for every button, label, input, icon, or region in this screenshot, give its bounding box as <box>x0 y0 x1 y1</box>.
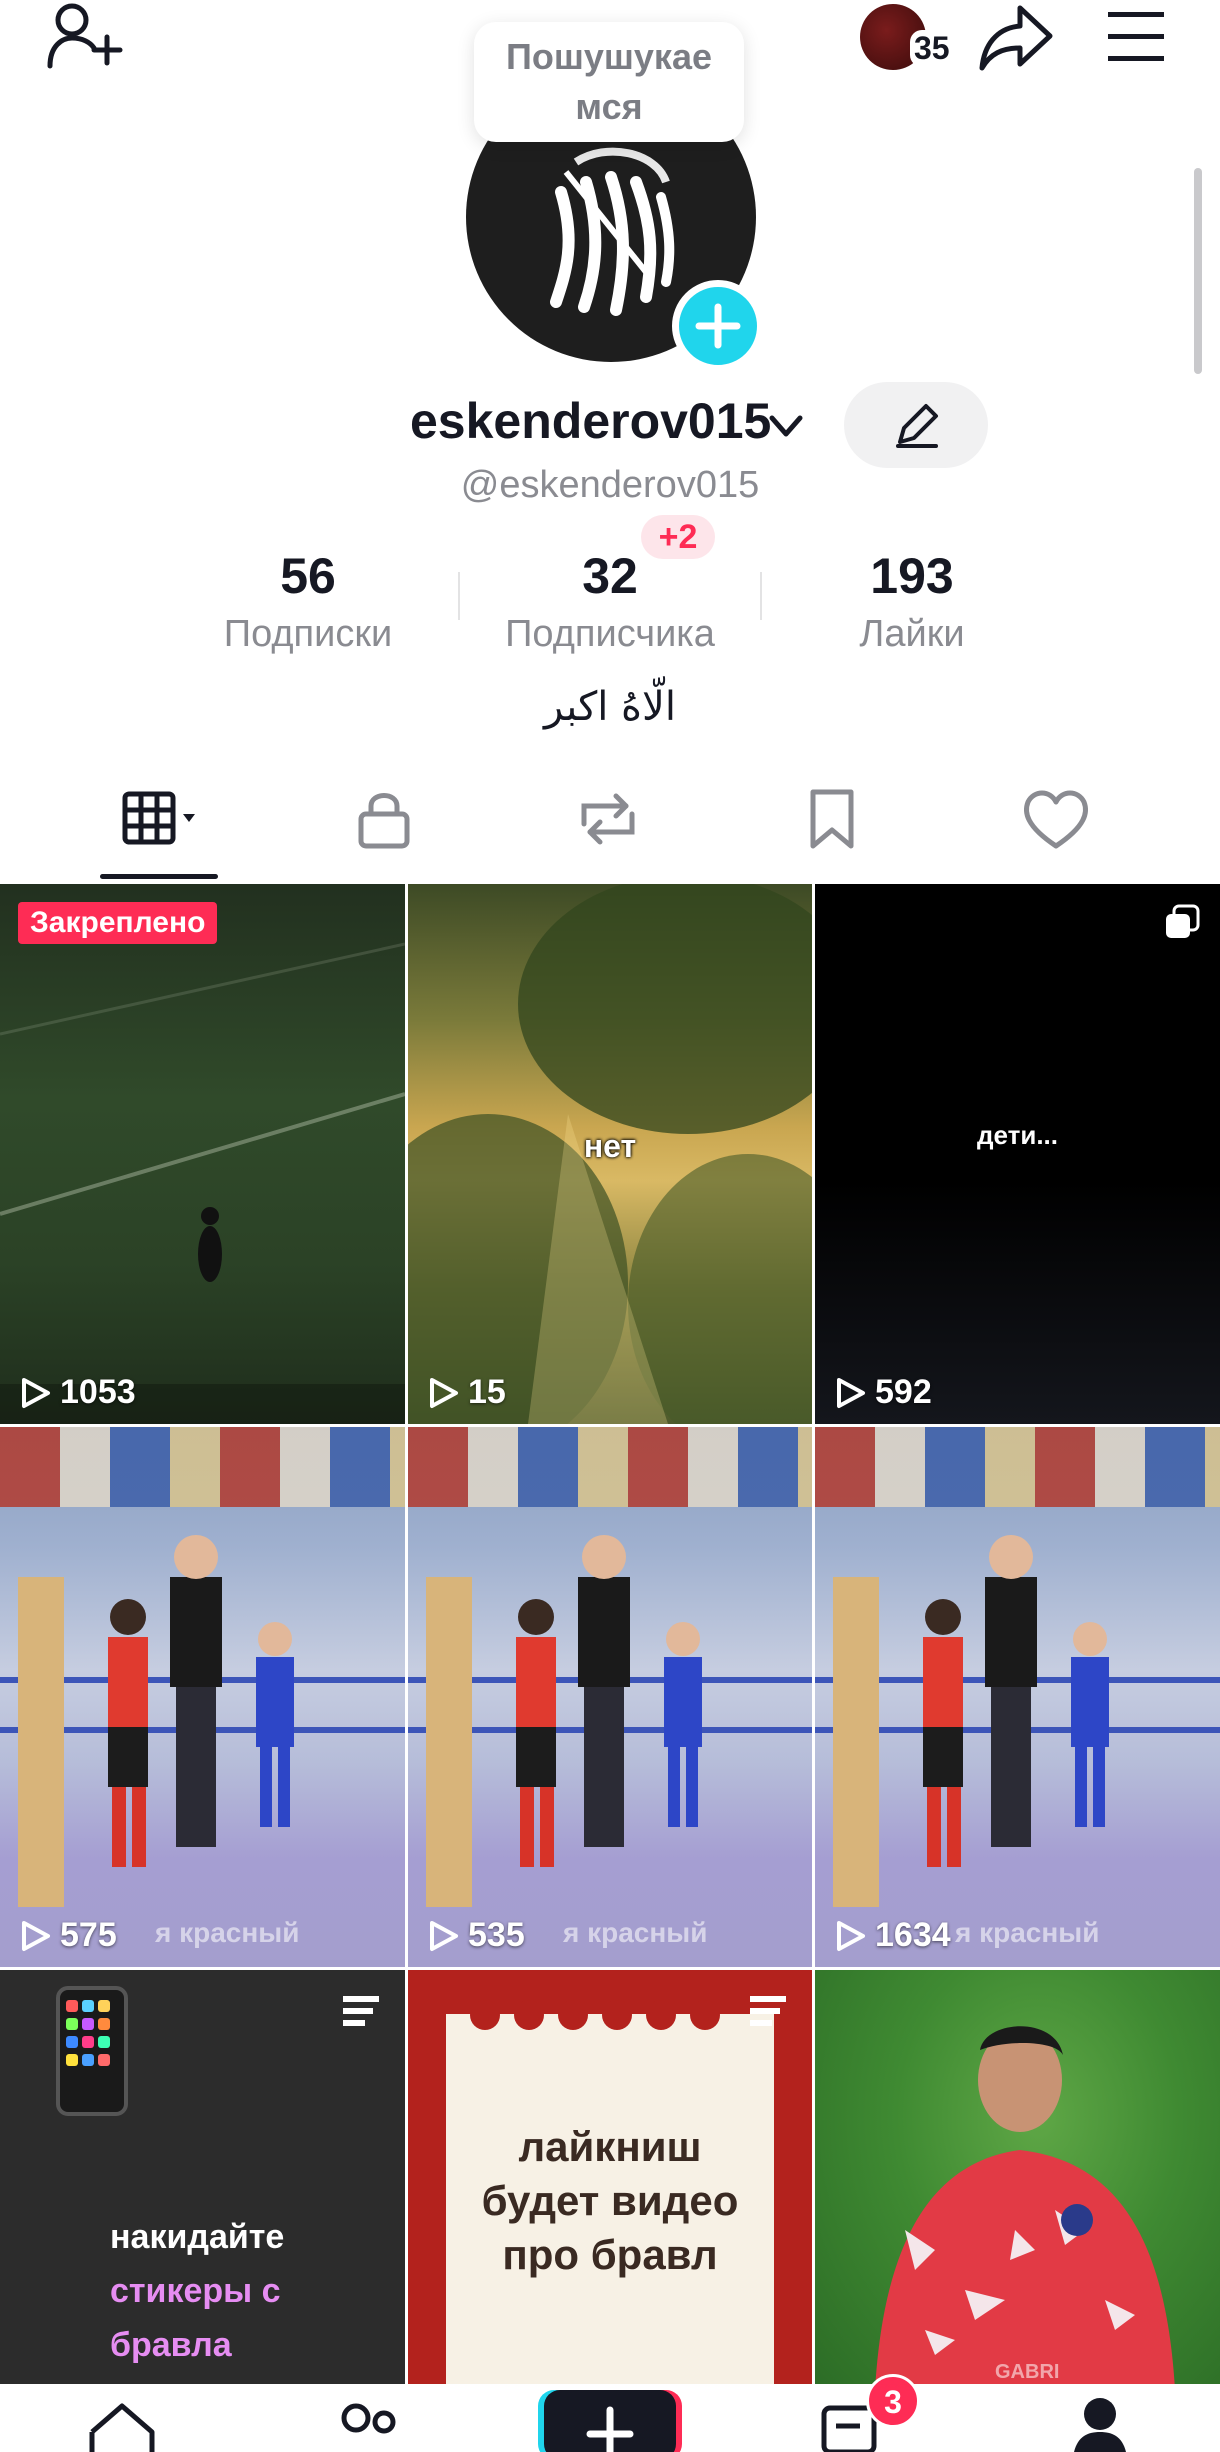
likes-count: 193 <box>870 548 954 604</box>
stat-likes[interactable]: 193 Лайки <box>762 548 1062 664</box>
caption-line: бравла <box>110 2326 232 2364</box>
share-icon[interactable] <box>978 2 1056 74</box>
view-count-text: 592 <box>875 1373 932 1411</box>
plus-icon <box>586 2406 634 2452</box>
profile-username[interactable]: eskenderov015 <box>410 392 771 450</box>
repost-icon <box>581 793 635 845</box>
create-button[interactable] <box>544 2390 676 2452</box>
likes-label: Лайки <box>859 613 965 655</box>
video-grid: Закреплено 1053 нет 15 дети... 592 я кра… <box>0 884 1220 2390</box>
text-post-icon <box>750 1996 786 2026</box>
add-story-button[interactable] <box>672 280 764 372</box>
heart-icon <box>1023 790 1089 849</box>
menu-icon[interactable] <box>1104 8 1168 64</box>
play-icon <box>430 1377 458 1408</box>
multi-photo-icon <box>1166 904 1200 938</box>
video-tile[interactable]: нет 15 <box>408 884 812 1424</box>
inbox-badge: 3 <box>866 2374 920 2428</box>
view-count-text: 1053 <box>60 1373 136 1411</box>
text-post-icon <box>343 1996 379 2026</box>
caption-line: про бравл <box>502 2231 718 2278</box>
caption-line: лайкниш <box>518 2123 702 2170</box>
video-tile[interactable]: я красный 1634 <box>815 1427 1220 1967</box>
play-icon <box>430 1920 458 1951</box>
video-watermark: я красный <box>563 1917 708 1948</box>
video-tile[interactable]: GABRI <box>815 1970 1220 2390</box>
tab-liked[interactable] <box>944 774 1168 870</box>
video-tile[interactable]: лайкниш будет видео про бравл <box>408 1970 812 2390</box>
video-tile[interactable]: я красный 575 <box>0 1427 405 1967</box>
stat-followers[interactable]: 32 Подписчика <box>460 548 760 664</box>
video-caption: нет <box>583 1128 637 1164</box>
new-followers-badge: +2 <box>641 515 715 559</box>
avatar-tooltip: Пошушукае мся <box>474 22 744 142</box>
video-caption: дети... <box>976 1120 1058 1150</box>
player-photo <box>875 2026 1175 2390</box>
active-tab-indicator <box>100 874 218 879</box>
sticker-caption: накидайте стикеры с бравла <box>110 2210 284 2372</box>
following-count: 56 <box>280 548 336 604</box>
lock-icon <box>358 793 410 849</box>
phone-icon <box>56 1986 128 2116</box>
bookmark-icon <box>810 789 854 849</box>
story-count: 35 <box>910 30 954 67</box>
plus-icon <box>695 303 741 349</box>
followers-count: 32 <box>582 548 638 604</box>
tab-reposts[interactable] <box>496 774 720 870</box>
add-friend-icon[interactable] <box>42 0 132 72</box>
video-thumbnail <box>0 1427 405 1967</box>
view-count-text: 15 <box>468 1373 506 1411</box>
video-tile[interactable]: я красный 535 <box>408 1427 812 1967</box>
video-thumbnail <box>408 1427 812 1967</box>
view-count-text: 575 <box>60 1916 117 1954</box>
view-count: 592 <box>833 1373 932 1412</box>
caption-line: стикеры с <box>110 2272 281 2310</box>
edit-profile-button[interactable] <box>844 382 988 468</box>
play-icon <box>837 1920 865 1951</box>
video-watermark: я красный <box>955 1917 1100 1948</box>
following-label: Подписки <box>223 613 393 655</box>
tab-favorites[interactable] <box>720 774 944 870</box>
profile-icon[interactable] <box>1060 2392 1140 2452</box>
profile-bio: الّاهُ اكبر <box>544 684 676 730</box>
profile-handle: @eskenderov015 <box>460 464 760 506</box>
friends-icon[interactable] <box>326 2392 406 2452</box>
pinned-badge: Закреплено <box>18 902 218 944</box>
video-tile[interactable]: накидайте стикеры с бравла <box>0 1970 405 2390</box>
tooltip-text: Пошушукае мся <box>506 36 712 127</box>
video-thumbnail <box>0 942 405 1424</box>
play-icon <box>22 1377 50 1408</box>
video-tile[interactable]: дети... 592 <box>815 884 1220 1424</box>
caption-line: накидайте <box>110 2218 285 2256</box>
play-icon <box>22 1920 50 1951</box>
view-count: 575 <box>18 1916 117 1955</box>
play-icon <box>837 1377 865 1408</box>
scrollbar[interactable] <box>1194 168 1202 374</box>
grid-icon <box>122 791 195 845</box>
view-count-text: 1634 <box>875 1916 951 1954</box>
view-count-text: 535 <box>468 1916 525 1954</box>
bottom-navigation: 3 <box>0 2374 1220 2452</box>
view-count: 15 <box>426 1373 506 1412</box>
followers-label: Подписчика <box>505 613 715 655</box>
view-count: 535 <box>426 1916 525 1955</box>
stat-following[interactable]: 56 Подписки <box>158 548 458 664</box>
tab-private[interactable] <box>272 774 496 870</box>
video-watermark: GABRI <box>995 2361 1060 2383</box>
video-tile[interactable]: Закреплено 1053 <box>0 884 405 1424</box>
video-thumbnail <box>815 1427 1220 1967</box>
pencil-icon <box>896 404 938 448</box>
tab-videos[interactable] <box>48 774 272 870</box>
video-watermark: я красный <box>155 1917 300 1948</box>
chevron-down-icon[interactable] <box>764 404 808 448</box>
view-count: 1053 <box>18 1373 136 1412</box>
caption-line: будет видео <box>481 2177 739 2224</box>
notes-caption: лайкниш будет видео про бравл <box>446 2120 774 2282</box>
view-count: 1634 <box>833 1916 951 1955</box>
home-icon[interactable] <box>82 2392 162 2452</box>
